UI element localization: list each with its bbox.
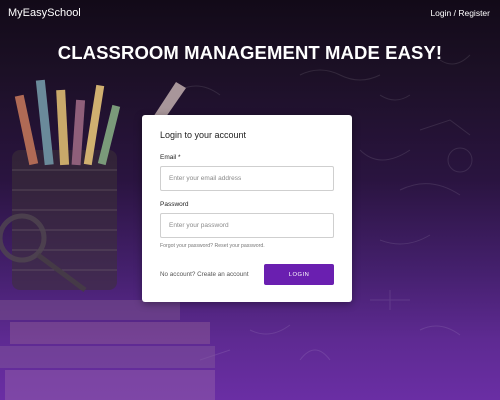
create-account-link[interactable]: No account? Create an account xyxy=(160,271,249,278)
login-button[interactable]: LOGIN xyxy=(264,264,334,285)
hero-title: CLASSROOM MANAGEMENT MADE EASY! xyxy=(57,42,443,63)
password-label: Password xyxy=(160,201,189,208)
brand-link[interactable]: MyEasySchool xyxy=(8,7,81,19)
email-field[interactable] xyxy=(160,166,334,191)
password-field[interactable] xyxy=(160,213,334,238)
top-navbar: MyEasySchool Login / Register xyxy=(0,0,500,26)
login-card: Login to your account Email * Password F… xyxy=(142,115,352,302)
card-footer-row: No account? Create an account LOGIN xyxy=(160,264,334,285)
reset-password-link[interactable]: Forgot your password? Reset your passwor… xyxy=(160,243,265,249)
forgot-password-text: Forgot your password? Reset your passwor… xyxy=(160,243,334,249)
email-label: Email * xyxy=(160,154,181,161)
login-card-title: Login to your account xyxy=(160,130,247,140)
login-register-link[interactable]: Login / Register xyxy=(430,8,490,18)
